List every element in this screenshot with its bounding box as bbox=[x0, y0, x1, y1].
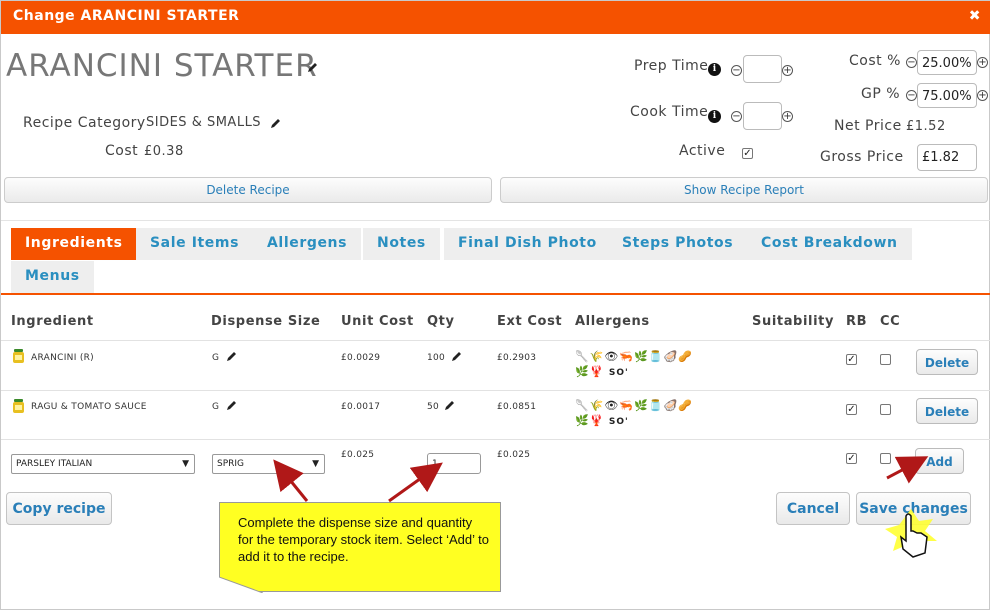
change-recipe-dialog: Change ARANCINI STARTER ✖ ARANCINI START… bbox=[0, 0, 990, 610]
arrow-to-qty bbox=[388, 462, 443, 503]
arrow-to-dispense bbox=[273, 459, 309, 502]
annotation-arrows bbox=[273, 456, 937, 558]
pointer-cursor-icon bbox=[885, 509, 937, 558]
arrow-to-add bbox=[886, 456, 929, 484]
